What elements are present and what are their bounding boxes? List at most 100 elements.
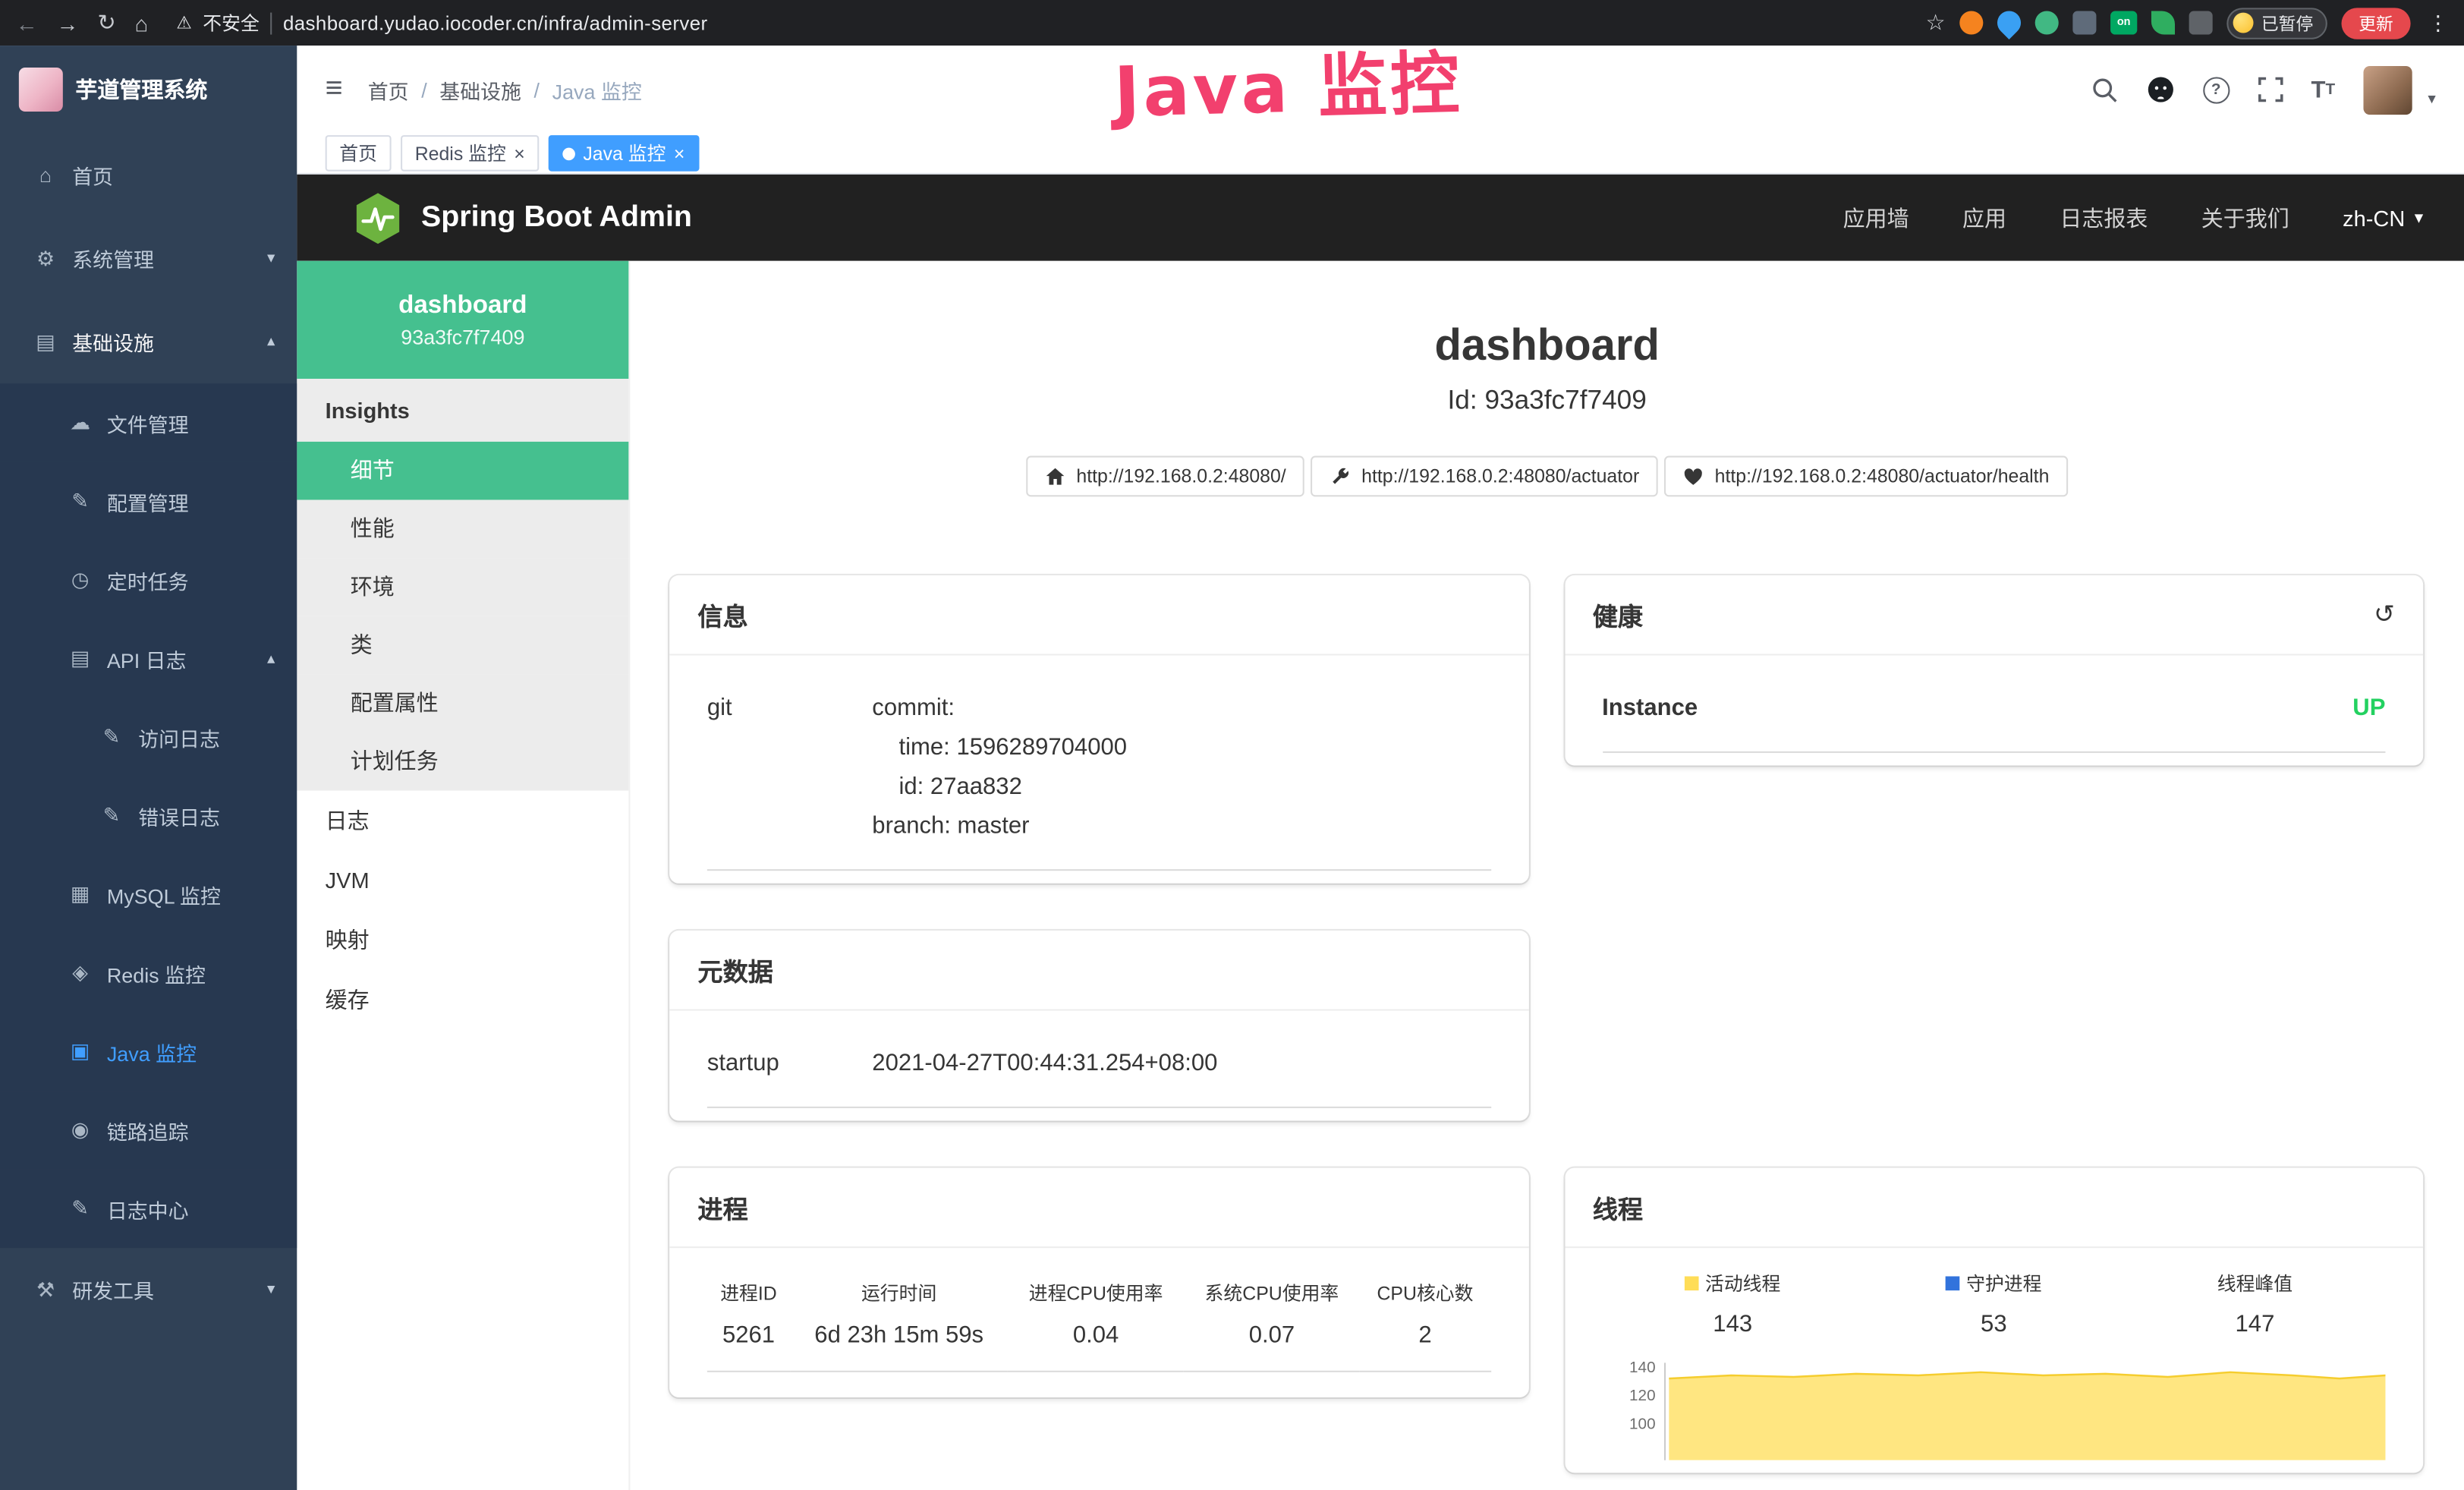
- tab-redis-monitor[interactable]: Redis 监控 ×: [401, 135, 539, 172]
- back-icon[interactable]: ←: [16, 10, 38, 35]
- sba-nav-wall[interactable]: 应用墙: [1843, 202, 1909, 233]
- github-icon[interactable]: [2146, 75, 2174, 103]
- side-item-details[interactable]: 细节: [297, 442, 628, 500]
- process-col-header: 进程ID: [707, 1264, 790, 1315]
- app-header: ≡ 首页 / 基础设施 / Java 监控 Java 监控 ?: [297, 46, 2464, 134]
- sidebar-item-redis-monitor[interactable]: ◈ Redis 监控: [0, 934, 297, 1013]
- breadcrumb-current: Java 监控: [552, 74, 642, 104]
- sba-nav-journal[interactable]: 日志报表: [2060, 202, 2148, 233]
- close-icon[interactable]: ×: [674, 143, 685, 162]
- sba-brand-title: Spring Boot Admin: [421, 200, 692, 235]
- process-card-title: 进程: [697, 1189, 747, 1227]
- mysql-icon: ▦: [66, 882, 94, 907]
- side-item-mappings[interactable]: 映射: [297, 910, 628, 970]
- actuator-url-button[interactable]: http://192.168.0.2:48080/actuator: [1311, 456, 1658, 497]
- sba-main: dashboard Id: 93a3fc7f7409 http://192.16…: [630, 261, 2464, 1490]
- sba-brand[interactable]: Spring Boot Admin: [354, 191, 692, 244]
- extension-icon-drop[interactable]: [1993, 6, 2026, 39]
- breadcrumb-home[interactable]: 首页: [368, 74, 409, 104]
- health-card-title: 健康: [1593, 596, 1643, 634]
- metadata-card-title: 元数据: [697, 951, 773, 989]
- breadcrumb-infrastructure[interactable]: 基础设施: [439, 74, 521, 104]
- error-log-icon: ✎: [97, 803, 125, 828]
- instance-url-button[interactable]: http://192.168.0.2:48080/: [1026, 456, 1304, 497]
- heartbeat-icon: [1683, 466, 1704, 487]
- tab-home[interactable]: 首页: [326, 135, 392, 172]
- sidebar-item-java-monitor[interactable]: ▣ Java 监控: [0, 1013, 297, 1092]
- sidebar-item-config-management[interactable]: ✎ 配置管理: [0, 462, 297, 541]
- font-size-icon[interactable]: TT: [2311, 76, 2335, 102]
- user-avatar[interactable]: [2363, 65, 2412, 114]
- metadata-row-startup: startup 2021-04-27T00:44:31.254+08:00: [707, 1020, 1490, 1108]
- search-icon[interactable]: [2091, 76, 2118, 102]
- instance-name: dashboard: [398, 291, 527, 320]
- sidebar-item-log-center[interactable]: ✎ 日志中心: [0, 1170, 297, 1249]
- sidebar-item-system-management[interactable]: ⚙ 系统管理 ▾: [0, 217, 297, 301]
- side-item-config-props[interactable]: 配置属性: [297, 674, 628, 732]
- health-row-instance: Instance UP: [1602, 665, 2385, 753]
- header-actions: ? TT ▾: [2091, 65, 2436, 114]
- sidebar-item-link-tracing[interactable]: ◉ 链路追踪: [0, 1091, 297, 1170]
- sba-nav-applications[interactable]: 应用: [1962, 202, 2006, 233]
- extension-icon-switch-on[interactable]: on: [2110, 11, 2137, 34]
- side-item-scheduled-tasks[interactable]: 计划任务: [297, 732, 628, 791]
- sidebar-item-access-logs[interactable]: ✎ 访问日志: [0, 698, 297, 777]
- side-item-logs[interactable]: 日志: [297, 791, 628, 851]
- sidebar-item-scheduled-jobs[interactable]: ◷ 定时任务: [0, 540, 297, 619]
- page-subtitle: Id: 93a3fc7f7409: [630, 385, 2464, 416]
- info-card: 信息 git commit: time: 1596289704000: [669, 575, 1528, 884]
- fullscreen-icon[interactable]: [2258, 77, 2283, 102]
- process-col-header: CPU核心数: [1360, 1264, 1490, 1315]
- admin-sidebar: 芋道管理系统 ⌂ 首页 ⚙ 系统管理 ▾ ▤ 基础设施 ▴ ☁ 文件管理: [0, 46, 297, 1490]
- metadata-value: 2021-04-27T00:44:31.254+08:00: [872, 1044, 1490, 1083]
- side-item-classes[interactable]: 类: [297, 616, 628, 675]
- profile-avatar-icon: [2233, 13, 2254, 33]
- sidebar-item-api-logs[interactable]: ▤ API 日志 ▴: [0, 619, 297, 698]
- health-url-button[interactable]: http://192.168.0.2:48080/actuator/health: [1664, 456, 2068, 497]
- close-icon[interactable]: ×: [514, 143, 525, 162]
- avatar-caret-icon[interactable]: ▾: [2428, 90, 2435, 114]
- side-item-performance[interactable]: 性能: [297, 500, 628, 559]
- browser-update-button[interactable]: 更新: [2341, 7, 2410, 38]
- extensions-puzzle-icon[interactable]: [2189, 11, 2213, 34]
- address-bar[interactable]: ⚠ 不安全 dashboard.yudao.iocoder.cn/infra/a…: [176, 9, 707, 36]
- sidebar-item-error-logs[interactable]: ✎ 错误日志: [0, 777, 297, 855]
- extension-icon-orange[interactable]: [1959, 11, 1983, 34]
- sba-instance-sidebar: dashboard 93a3fc7f7409 Insights 细节 性能 环境…: [297, 261, 630, 1490]
- sidebar-item-home[interactable]: ⌂ 首页: [0, 134, 297, 217]
- screen: ← → ↻ ⌂ ⚠ 不安全 dashboard.yudao.iocoder.cn…: [0, 0, 2464, 1490]
- daemon-threads-value: 53: [1863, 1311, 2124, 1337]
- process-col-header: 运行时间: [790, 1264, 1008, 1315]
- reload-icon[interactable]: ↻: [97, 9, 115, 36]
- process-value: 0.07: [1184, 1315, 1360, 1372]
- profile-sync-paused-badge[interactable]: 已暂停: [2226, 7, 2327, 38]
- vue-devtools-icon[interactable]: [2035, 11, 2059, 34]
- sidebar-item-dev-tools[interactable]: ⚒ 研发工具 ▾: [0, 1248, 297, 1331]
- help-icon[interactable]: ?: [2203, 76, 2230, 102]
- sidebar-item-file-management[interactable]: ☁ 文件管理: [0, 383, 297, 462]
- sidebar-item-mysql-monitor[interactable]: ▦ MySQL 监控: [0, 855, 297, 934]
- bookmark-star-icon[interactable]: ☆: [1926, 9, 1946, 36]
- side-item-environment[interactable]: 环境: [297, 558, 628, 616]
- status-badge: UP: [2352, 688, 2385, 728]
- app-logo[interactable]: 芋道管理系统: [0, 46, 297, 134]
- sba-locale-select[interactable]: zh-CN ▾: [2343, 205, 2423, 230]
- address-divider: [270, 12, 272, 34]
- tab-java-monitor[interactable]: Java 监控 ×: [549, 135, 699, 172]
- handwritten-annotation: Java 监控: [1113, 41, 1464, 138]
- history-icon[interactable]: ↺: [2374, 599, 2395, 630]
- info-value: commit: time: 1596289704000 id: 27aa832 …: [872, 688, 1490, 846]
- side-item-jvm[interactable]: JVM: [297, 850, 628, 910]
- extension-icon-leaf[interactable]: [2151, 11, 2175, 34]
- extension-icon-grid[interactable]: [2072, 11, 2096, 34]
- instance-header[interactable]: dashboard 93a3fc7f7409: [297, 261, 628, 379]
- breadcrumb-separator: /: [421, 78, 427, 102]
- sba-nav-about[interactable]: 关于我们: [2201, 202, 2289, 233]
- browser-menu-icon[interactable]: ⋮: [2428, 10, 2448, 35]
- side-item-caches[interactable]: 缓存: [297, 970, 628, 1030]
- forward-icon[interactable]: →: [57, 10, 79, 35]
- sidebar-item-infrastructure[interactable]: ▤ 基础设施 ▴: [0, 301, 297, 384]
- sidebar-toggle-icon[interactable]: ≡: [326, 72, 343, 107]
- java-monitor-icon: ▣: [66, 1039, 94, 1064]
- browser-home-icon[interactable]: ⌂: [135, 10, 149, 35]
